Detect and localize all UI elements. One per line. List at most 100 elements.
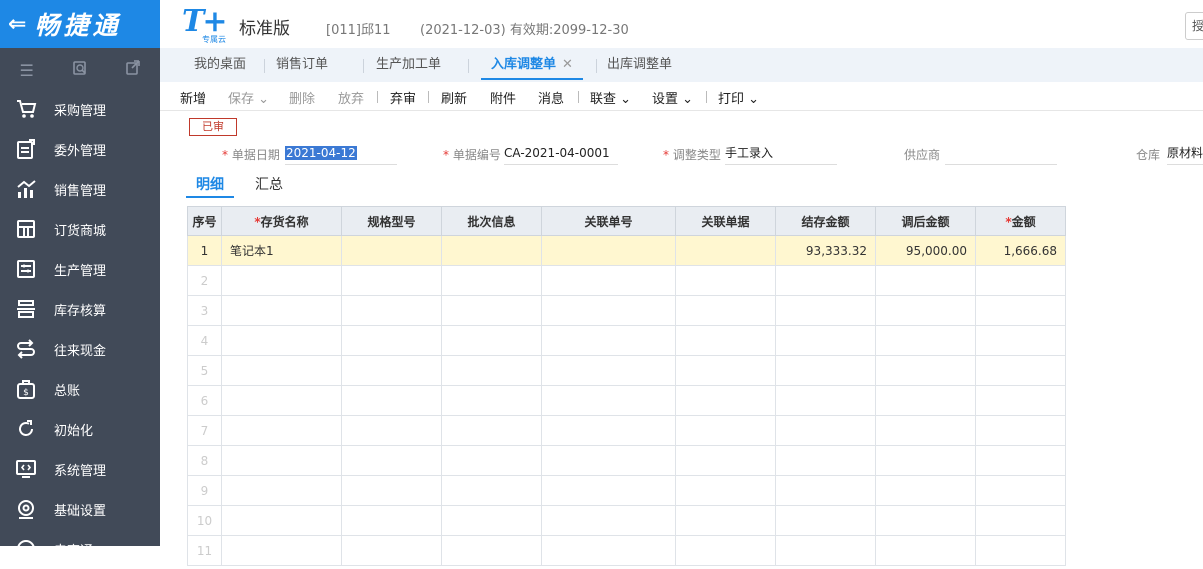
table-row[interactable]: 8 <box>187 445 1066 476</box>
sidebar-item-init[interactable]: 初始化 <box>0 409 160 449</box>
cell-batch[interactable] <box>441 295 542 326</box>
sidebar-item-ledger[interactable]: $ 总账 <box>0 369 160 409</box>
cell-ref-doc[interactable] <box>675 415 776 446</box>
cell-ref-no[interactable] <box>541 265 676 296</box>
cell-ref-no[interactable] <box>541 355 676 386</box>
table-row[interactable]: 6 <box>187 385 1066 416</box>
cell-adjusted[interactable] <box>875 355 976 386</box>
cell-name[interactable] <box>221 535 342 566</box>
cell-ref-doc[interactable] <box>675 235 776 266</box>
table-row[interactable]: 5 <box>187 355 1066 386</box>
cell-spec[interactable] <box>341 325 442 356</box>
menu-icon[interactable]: ☰ <box>12 61 42 80</box>
cell-adjusted[interactable]: 95,000.00 <box>875 235 976 266</box>
cell-adjusted[interactable] <box>875 325 976 356</box>
cell-adjusted[interactable] <box>875 265 976 296</box>
cell-batch[interactable] <box>441 535 542 566</box>
table-row[interactable]: 1 笔记本1 93,333.32 95,000.00 1,666.68 <box>187 235 1066 266</box>
code-field[interactable]: CA-2021-04-0001 <box>504 142 618 165</box>
cell-ref-no[interactable] <box>541 295 676 326</box>
cell-batch[interactable] <box>441 235 542 266</box>
search-doc-icon[interactable] <box>65 60 95 80</box>
message-button[interactable]: 消息 <box>538 88 564 107</box>
cell-name[interactable] <box>221 355 342 386</box>
cell-balance[interactable] <box>775 415 876 446</box>
col-header-ref-doc[interactable]: 关联单据 <box>675 206 776 236</box>
cell-batch[interactable] <box>441 385 542 416</box>
cell-ref-no[interactable] <box>541 505 676 536</box>
cell-amount[interactable] <box>975 265 1066 296</box>
cell-batch[interactable] <box>441 505 542 536</box>
tab-sales-order[interactable]: 销售订单 <box>276 48 328 82</box>
cell-batch[interactable] <box>441 325 542 356</box>
sidebar-item-production[interactable]: 生产管理 <box>0 249 160 289</box>
cell-balance[interactable] <box>775 505 876 536</box>
cell-spec[interactable] <box>341 415 442 446</box>
type-field[interactable]: 手工录入 <box>725 142 837 165</box>
sidebar-item-outsource[interactable]: 委外管理 <box>0 129 160 169</box>
table-row[interactable]: 2 <box>187 265 1066 296</box>
sidebar-item-sales[interactable]: 销售管理 <box>0 169 160 209</box>
cell-spec[interactable] <box>341 445 442 476</box>
cell-name[interactable] <box>221 415 342 446</box>
cell-name[interactable] <box>221 475 342 506</box>
col-header-batch[interactable]: 批次信息 <box>441 206 542 236</box>
cell-ref-doc[interactable] <box>675 385 776 416</box>
cell-amount[interactable]: 1,666.68 <box>975 235 1066 266</box>
tab-production-order[interactable]: 生产加工单 <box>376 48 441 82</box>
cell-batch[interactable] <box>441 265 542 296</box>
sidebar-item-cash[interactable]: 往来现金 <box>0 329 160 369</box>
warehouse-field[interactable]: 原材料 <box>1167 142 1203 165</box>
subtab-summary[interactable]: 汇总 <box>255 174 283 194</box>
col-header-name[interactable]: *存货名称 <box>221 206 342 236</box>
cell-batch[interactable] <box>441 415 542 446</box>
delete-button[interactable]: 删除 <box>289 88 315 107</box>
cell-spec[interactable] <box>341 535 442 566</box>
export-icon[interactable] <box>118 60 148 80</box>
cell-name[interactable] <box>221 505 342 536</box>
cell-spec[interactable] <box>341 475 442 506</box>
col-header-adjusted[interactable]: 调后金额 <box>875 206 976 236</box>
cell-batch[interactable] <box>441 475 542 506</box>
table-row[interactable]: 9 <box>187 475 1066 506</box>
col-header-ref-no[interactable]: 关联单号 <box>541 206 676 236</box>
cell-ref-no[interactable] <box>541 535 676 566</box>
cell-ref-no[interactable] <box>541 415 676 446</box>
cell-ref-doc[interactable] <box>675 445 776 476</box>
cell-name[interactable] <box>221 325 342 356</box>
cell-adjusted[interactable] <box>875 295 976 326</box>
cell-spec[interactable] <box>341 265 442 296</box>
cell-amount[interactable] <box>975 325 1066 356</box>
cell-name[interactable] <box>221 295 342 326</box>
cell-balance[interactable] <box>775 325 876 356</box>
col-header-amount[interactable]: *金额 <box>975 206 1066 236</box>
col-header-balance[interactable]: 结存金额 <box>775 206 876 236</box>
sidebar-item-purchase[interactable]: 采购管理 <box>0 89 160 129</box>
abandon-button[interactable]: 放弃 <box>338 88 364 107</box>
cell-adjusted[interactable] <box>875 535 976 566</box>
cell-adjusted[interactable] <box>875 505 976 536</box>
cell-adjusted[interactable] <box>875 445 976 476</box>
table-row[interactable]: 3 <box>187 295 1066 326</box>
cell-balance[interactable] <box>775 475 876 506</box>
table-row[interactable]: 7 <box>187 415 1066 446</box>
cell-ref-doc[interactable] <box>675 355 776 386</box>
cell-ref-doc[interactable] <box>675 295 776 326</box>
cell-balance[interactable]: 93,333.32 <box>775 235 876 266</box>
cell-batch[interactable] <box>441 445 542 476</box>
back-arrow-icon[interactable]: ⇐ <box>8 12 26 37</box>
cell-balance[interactable] <box>775 295 876 326</box>
cell-ref-doc[interactable] <box>675 475 776 506</box>
cell-ref-no[interactable] <box>541 445 676 476</box>
tab-inbound-adjustment[interactable]: 入库调整单 ✕ <box>481 48 583 82</box>
sidebar-item-ecommerce[interactable]: 电商通 <box>0 529 160 569</box>
tab-desktop[interactable]: 我的桌面 <box>194 48 246 82</box>
sidebar-item-settings[interactable]: 基础设置 <box>0 489 160 529</box>
cell-spec[interactable] <box>341 505 442 536</box>
cell-spec[interactable] <box>341 235 442 266</box>
date-field[interactable]: 2021-04-12 <box>285 142 397 165</box>
cell-adjusted[interactable] <box>875 385 976 416</box>
cell-spec[interactable] <box>341 295 442 326</box>
attachment-button[interactable]: 附件 <box>490 88 516 107</box>
cell-batch[interactable] <box>441 355 542 386</box>
